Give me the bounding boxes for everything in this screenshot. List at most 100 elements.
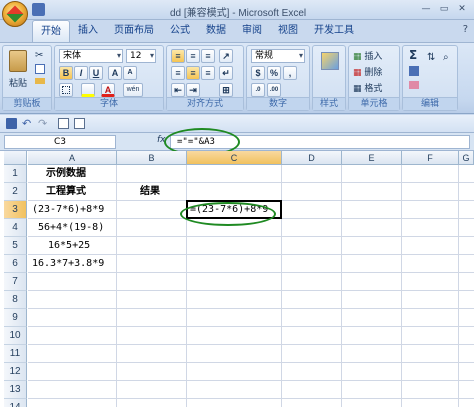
increase-indent-button[interactable]: ⇥ — [186, 83, 200, 97]
tab-developer[interactable]: 开发工具 — [306, 20, 362, 42]
column-header-a[interactable]: A — [28, 151, 117, 165]
cell-a4[interactable]: 56+4*(19-8) — [38, 219, 104, 237]
row-header-6[interactable]: 6 — [4, 255, 27, 273]
borders-button[interactable] — [59, 83, 73, 97]
font-size-select[interactable]: 12 — [126, 49, 156, 63]
column-header-d[interactable]: D — [282, 151, 342, 165]
column-header-g[interactable]: G — [459, 151, 474, 165]
format-painter-icon[interactable] — [35, 78, 45, 84]
office-button[interactable] — [2, 1, 28, 27]
row-header-13[interactable]: 13 — [4, 381, 27, 399]
column-header-f[interactable]: F — [402, 151, 459, 165]
close-button[interactable]: ✕ — [454, 2, 470, 16]
copy-icon[interactable] — [35, 64, 45, 74]
styles-icon[interactable] — [321, 52, 339, 70]
comma-button[interactable]: , — [283, 66, 297, 80]
font-color-button[interactable]: A — [101, 83, 115, 97]
align-center-button[interactable]: ≡ — [186, 66, 200, 80]
decrease-decimal-button[interactable]: .00 — [267, 83, 281, 97]
tab-formulas[interactable]: 公式 — [162, 20, 198, 42]
row-header-12[interactable]: 12 — [4, 363, 27, 381]
row-header-9[interactable]: 9 — [4, 309, 27, 327]
cells-group-label: 单元格 — [349, 97, 399, 110]
number-format-select[interactable]: 常规 — [251, 49, 305, 63]
cell-a5[interactable]: 16*5+25 — [48, 237, 90, 255]
align-right-button[interactable]: ≡ — [201, 66, 215, 80]
column-header-b[interactable]: B — [117, 151, 187, 165]
shrink-font-button[interactable]: A — [123, 66, 137, 80]
row-header-1[interactable]: 1 — [4, 165, 27, 183]
grow-font-button[interactable]: A — [108, 66, 122, 80]
paste-button[interactable]: 粘贴 — [9, 76, 27, 89]
sort-filter-icon[interactable]: ⇅ — [427, 52, 435, 63]
row-header-8[interactable]: 8 — [4, 291, 27, 309]
bold-button[interactable]: B — [59, 66, 73, 80]
insert-cells-button[interactable]: ▦ 插入 — [353, 49, 382, 62]
cut-icon[interactable]: ✂ — [35, 50, 43, 61]
new-document-icon[interactable] — [74, 118, 85, 129]
fill-icon[interactable] — [409, 66, 419, 76]
save-icon[interactable] — [6, 118, 17, 129]
row-header-14[interactable]: 14 — [4, 399, 27, 407]
save-icon[interactable] — [32, 3, 45, 16]
align-top-button[interactable]: ≡ — [171, 49, 185, 63]
borders-icon — [62, 86, 70, 94]
autosum-button[interactable]: Σ — [409, 48, 417, 62]
percent-button[interactable]: % — [267, 66, 281, 80]
merge-center-button[interactable]: ⊞ — [219, 83, 233, 97]
wrap-text-button[interactable]: ↵ — [219, 66, 233, 80]
column-header-e[interactable]: E — [342, 151, 402, 165]
redo-icon[interactable]: ↷ — [38, 118, 49, 129]
format-cells-label: 格式 — [364, 84, 383, 94]
align-bottom-button[interactable]: ≡ — [201, 49, 215, 63]
row-header-3[interactable]: 3 — [4, 201, 27, 219]
row-header-10[interactable]: 10 — [4, 327, 27, 345]
styles-group-label: 样式 — [313, 97, 345, 110]
paste-icon[interactable] — [9, 50, 27, 72]
tab-view[interactable]: 视图 — [270, 20, 306, 42]
orientation-button[interactable]: ↗ — [219, 49, 233, 63]
office-logo-icon — [6, 5, 24, 23]
align-middle-button[interactable]: ≡ — [186, 49, 200, 63]
help-icon[interactable]: ? — [463, 24, 468, 35]
alignment-group-label: 对齐方式 — [167, 97, 243, 110]
worksheet-grid[interactable]: A B C D E F G 1 2 3 4 5 6 7 8 9 10 11 12… — [0, 151, 474, 407]
phonetic-button[interactable]: wén — [123, 83, 143, 97]
cell-a3[interactable]: (23-7*6)+8*9 — [32, 201, 104, 219]
fill-color-button[interactable] — [81, 83, 95, 97]
row-header-11[interactable]: 11 — [4, 345, 27, 363]
minimize-button[interactable]: — — [418, 2, 434, 16]
cell-a6[interactable]: 16.3*7+3.8*9 — [32, 255, 104, 273]
name-box[interactable]: C3 — [4, 135, 116, 149]
column-header-c[interactable]: C — [187, 151, 282, 165]
print-preview-icon[interactable] — [58, 118, 69, 129]
restore-button[interactable]: ▭ — [436, 2, 452, 16]
decrease-indent-button[interactable]: ⇤ — [171, 83, 185, 97]
row-header-7[interactable]: 7 — [4, 273, 27, 291]
group-alignment: ≡ ≡ ≡ ↗ ≡ ≡ ≡ ↵ ⇤ ⇥ ⊞ 对齐方式 — [166, 45, 244, 111]
format-cells-button[interactable]: ▦ 格式 — [353, 81, 382, 94]
currency-button[interactable]: $ — [251, 66, 265, 80]
clear-icon[interactable] — [409, 81, 419, 89]
undo-icon[interactable]: ↶ — [22, 118, 33, 129]
select-all-button[interactable] — [4, 151, 27, 165]
increase-decimal-button[interactable]: .0 — [251, 83, 265, 97]
italic-button[interactable]: I — [74, 66, 88, 80]
delete-cells-button[interactable]: ▦ 删除 — [353, 65, 382, 78]
ribbon-tabs: 开始 插入 页面布局 公式 数据 审阅 视图 开发工具 — [32, 20, 362, 42]
tab-data[interactable]: 数据 — [198, 20, 234, 42]
underline-button[interactable]: U — [89, 66, 103, 80]
tab-page-layout[interactable]: 页面布局 — [106, 20, 162, 42]
tab-insert[interactable]: 插入 — [70, 20, 106, 42]
align-left-button[interactable]: ≡ — [171, 66, 185, 80]
row-header-4[interactable]: 4 — [4, 219, 27, 237]
tab-review[interactable]: 审阅 — [234, 20, 270, 42]
find-select-icon[interactable]: ⌕ — [443, 52, 449, 63]
font-name-select[interactable]: 宋体 — [59, 49, 123, 63]
cell-a2[interactable]: 工程算式 — [46, 183, 86, 201]
cell-a1[interactable]: 示例数据 — [46, 165, 86, 183]
row-header-2[interactable]: 2 — [4, 183, 27, 201]
row-header-5[interactable]: 5 — [4, 237, 27, 255]
cell-b2[interactable]: 结果 — [140, 183, 160, 201]
tab-home[interactable]: 开始 — [32, 20, 70, 42]
